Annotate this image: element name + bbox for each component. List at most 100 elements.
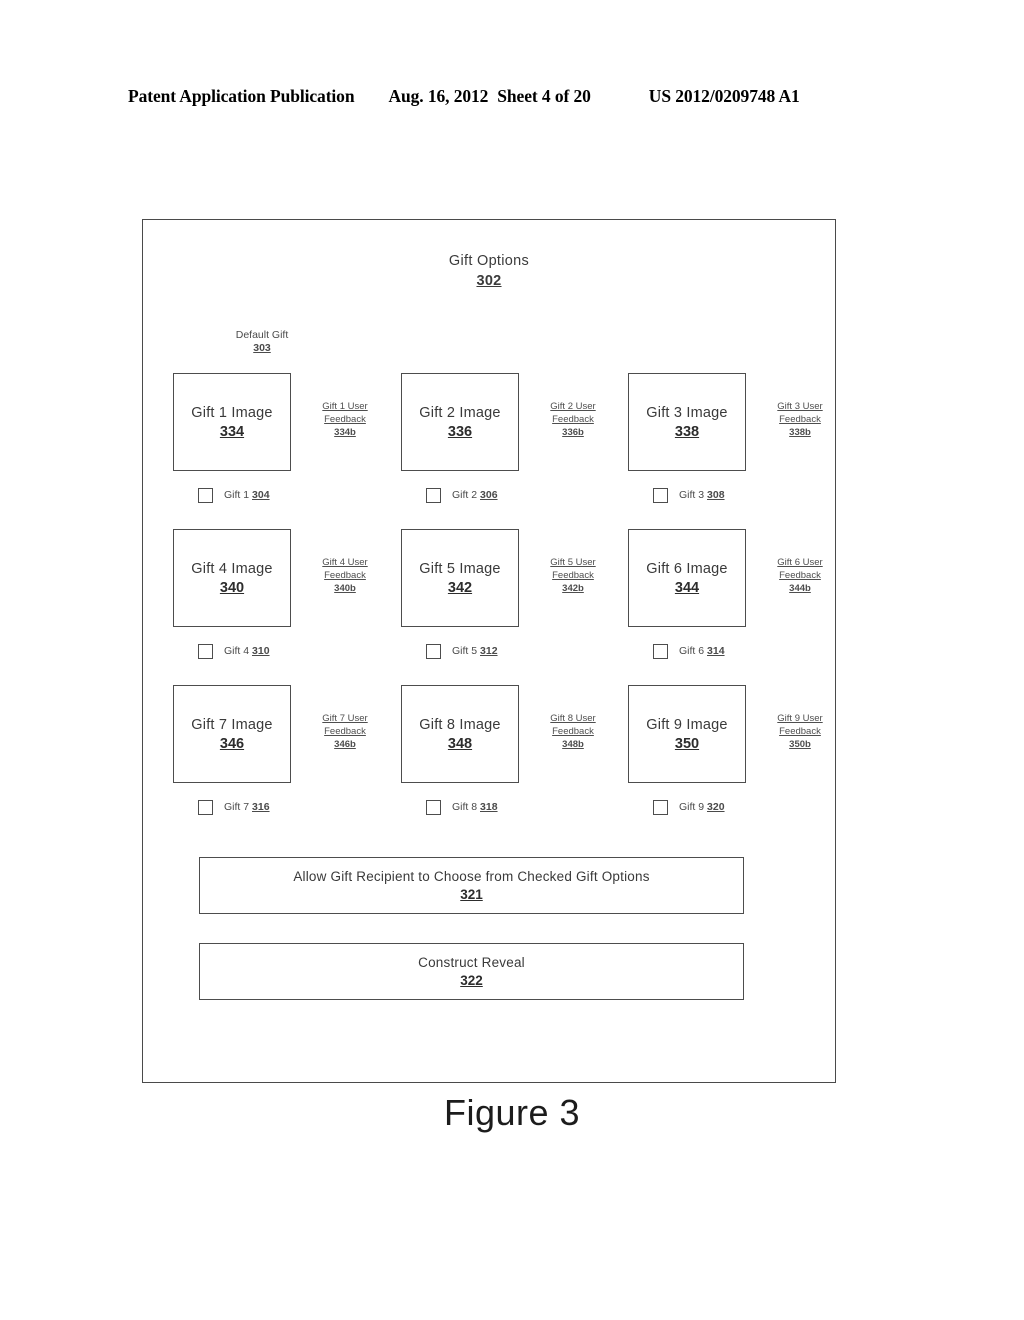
checkbox-ref: 318 <box>480 801 498 813</box>
gift-image-label: Gift 2 Image <box>419 404 501 421</box>
publication-date: Aug. 16, 2012 <box>388 86 489 106</box>
gift-image-label: Gift 3 Image <box>646 404 728 421</box>
gift-image-box[interactable]: Gift 2 Image 336 <box>401 373 519 471</box>
gift-image-box[interactable]: Gift 8 Image 348 <box>401 685 519 783</box>
gift-checkbox-label: Gift 3 308 <box>679 489 725 501</box>
gift-checkbox-item[interactable]: Gift 5 312 <box>426 640 498 662</box>
gift-image-ref: 344 <box>674 579 700 596</box>
checkbox-ref: 304 <box>252 489 270 501</box>
checkbox-ref: 314 <box>707 645 725 657</box>
allow-recipient-choose-ref: 321 <box>460 887 483 902</box>
gift-checkbox-item[interactable]: Gift 9 320 <box>653 796 725 818</box>
construct-reveal-button[interactable]: Construct Reveal 322 <box>199 943 744 1000</box>
gift-checkbox-item[interactable]: Gift 4 310 <box>198 640 270 662</box>
gift-checkbox-label: Gift 7 316 <box>224 801 270 813</box>
checkbox-icon[interactable] <box>653 643 668 659</box>
checkbox-text: Gift 6 <box>679 645 705 657</box>
gift-user-feedback[interactable]: Gift 4 User Feedback 340b <box>303 557 387 595</box>
gift-cell: Gift 6 Image 344 Gift 6 User Feedback 34… <box>628 529 866 627</box>
checkbox-icon[interactable] <box>198 799 213 815</box>
feedback-ref: 336b <box>562 426 584 438</box>
gift-user-feedback[interactable]: Gift 1 User Feedback 334b <box>303 401 387 439</box>
gift-row: Gift 1 Image 334 Gift 1 User Feedback 33… <box>143 373 835 471</box>
gift-cell: Gift 9 Image 350 Gift 9 User Feedback 35… <box>628 685 866 783</box>
feedback-line-1: Gift 9 User <box>777 713 823 724</box>
gift-image-ref: 348 <box>447 735 473 752</box>
feedback-line-1: Gift 2 User <box>550 401 596 412</box>
gift-user-feedback[interactable]: Gift 8 User Feedback 348b <box>531 713 615 751</box>
gift-image-ref: 342 <box>447 579 473 596</box>
feedback-ref: 342b <box>562 582 584 594</box>
gift-checkbox-label: Gift 9 320 <box>679 801 725 813</box>
gift-user-feedback[interactable]: Gift 5 User Feedback 342b <box>531 557 615 595</box>
feedback-line-2: Feedback <box>324 725 366 737</box>
checkbox-row: Gift 1 304 Gift 2 306 Gift 3 308 <box>143 484 835 506</box>
gift-image-ref: 350 <box>674 735 700 752</box>
gift-cell: Gift 2 Image 336 Gift 2 User Feedback 33… <box>401 373 639 471</box>
checkbox-ref: 320 <box>707 801 725 813</box>
gift-image-ref: 334 <box>219 423 245 440</box>
gift-checkbox-item[interactable]: Gift 8 318 <box>426 796 498 818</box>
feedback-line-2: Feedback <box>779 725 821 737</box>
gift-image-box[interactable]: Gift 6 Image 344 <box>628 529 746 627</box>
checkbox-ref: 310 <box>252 645 270 657</box>
gift-checkbox-item[interactable]: Gift 3 308 <box>653 484 725 506</box>
patent-number: US 2012/0209748 A1 <box>648 86 800 106</box>
checkbox-icon[interactable] <box>426 799 441 815</box>
checkbox-icon[interactable] <box>198 487 213 503</box>
gift-user-feedback[interactable]: Gift 7 User Feedback 346b <box>303 713 387 751</box>
gift-user-feedback[interactable]: Gift 3 User Feedback 338b <box>758 401 842 439</box>
checkbox-icon[interactable] <box>426 643 441 659</box>
checkbox-icon[interactable] <box>653 487 668 503</box>
gift-user-feedback[interactable]: Gift 6 User Feedback 344b <box>758 557 842 595</box>
feedback-ref: 338b <box>789 426 811 438</box>
feedback-ref: 348b <box>562 738 584 750</box>
gift-row: Gift 4 Image 340 Gift 4 User Feedback 34… <box>143 529 835 627</box>
gift-checkbox-item[interactable]: Gift 7 316 <box>198 796 270 818</box>
feedback-line-2: Feedback <box>779 413 821 425</box>
feedback-line-1: Gift 5 User <box>550 557 596 568</box>
gift-grid: Gift 1 Image 334 Gift 1 User Feedback 33… <box>143 220 835 1082</box>
checkbox-icon[interactable] <box>426 487 441 503</box>
gift-image-box[interactable]: Gift 3 Image 338 <box>628 373 746 471</box>
gift-image-box[interactable]: Gift 5 Image 342 <box>401 529 519 627</box>
gift-cell: Gift 7 Image 346 Gift 7 User Feedback 34… <box>173 685 411 783</box>
gift-image-label: Gift 5 Image <box>419 560 501 577</box>
feedback-line-1: Gift 3 User <box>777 401 823 412</box>
gift-image-label: Gift 4 Image <box>191 560 273 577</box>
feedback-line-2: Feedback <box>552 413 594 425</box>
checkbox-text: Gift 3 <box>679 489 705 501</box>
construct-reveal-ref: 322 <box>460 973 483 988</box>
checkbox-icon[interactable] <box>653 799 668 815</box>
checkbox-icon[interactable] <box>198 643 213 659</box>
gift-checkbox-item[interactable]: Gift 6 314 <box>653 640 725 662</box>
gift-user-feedback[interactable]: Gift 2 User Feedback 336b <box>531 401 615 439</box>
allow-recipient-choose-button[interactable]: Allow Gift Recipient to Choose from Chec… <box>199 857 744 914</box>
checkbox-text: Gift 7 <box>224 801 250 813</box>
feedback-line-1: Gift 4 User <box>322 557 368 568</box>
feedback-line-1: Gift 7 User <box>322 713 368 724</box>
gift-image-box[interactable]: Gift 4 Image 340 <box>173 529 291 627</box>
gift-cell: Gift 3 Image 338 Gift 3 User Feedback 33… <box>628 373 866 471</box>
gift-image-box[interactable]: Gift 1 Image 334 <box>173 373 291 471</box>
gift-image-label: Gift 7 Image <box>191 716 273 733</box>
feedback-line-2: Feedback <box>324 413 366 425</box>
gift-image-label: Gift 9 Image <box>646 716 728 733</box>
gift-cell: Gift 8 Image 348 Gift 8 User Feedback 34… <box>401 685 639 783</box>
figure-caption: Figure 3 <box>443 1092 581 1133</box>
gift-image-box[interactable]: Gift 9 Image 350 <box>628 685 746 783</box>
gift-checkbox-item[interactable]: Gift 1 304 <box>198 484 270 506</box>
checkbox-row: Gift 7 316 Gift 8 318 Gift 9 320 <box>143 796 835 818</box>
figure-outer-frame: Gift Options 302 Default Gift 303 Gift 1… <box>142 219 836 1083</box>
gift-image-box[interactable]: Gift 7 Image 346 <box>173 685 291 783</box>
checkbox-text: Gift 9 <box>679 801 705 813</box>
feedback-ref: 334b <box>334 426 356 438</box>
checkbox-text: Gift 4 <box>224 645 250 657</box>
gift-checkbox-label: Gift 2 306 <box>452 489 498 501</box>
gift-user-feedback[interactable]: Gift 9 User Feedback 350b <box>758 713 842 751</box>
checkbox-text: Gift 2 <box>452 489 478 501</box>
feedback-line-2: Feedback <box>552 725 594 737</box>
gift-checkbox-item[interactable]: Gift 2 306 <box>426 484 498 506</box>
feedback-line-1: Gift 8 User <box>550 713 596 724</box>
gift-image-ref: 336 <box>447 423 473 440</box>
